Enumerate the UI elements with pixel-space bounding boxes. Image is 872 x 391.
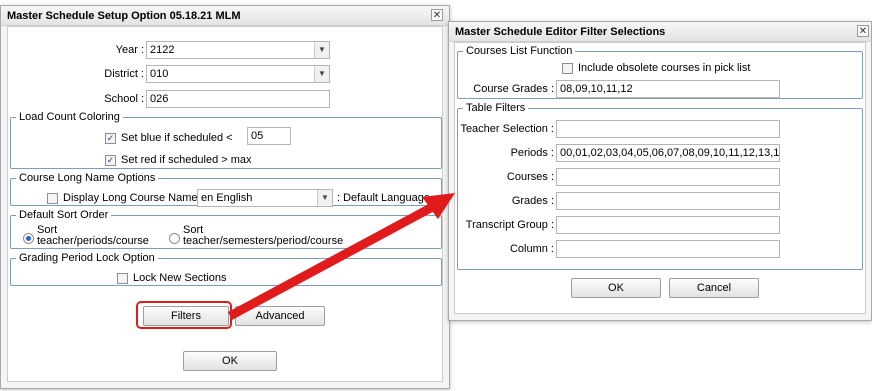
district-value: 010	[150, 68, 169, 80]
courses-input[interactable]	[556, 168, 780, 186]
lock-new-sections-checkbox[interactable]	[117, 273, 128, 284]
default-language-label: : Default Language	[337, 192, 430, 204]
year-label: Year :	[115, 44, 144, 56]
set-red-checkbox[interactable]: ✓	[105, 155, 116, 166]
filter-dialog-title: Master Schedule Editor Filter Selections	[449, 22, 871, 42]
table-filters-legend: Table Filters	[466, 102, 526, 114]
course-grades-label: Course Grades :	[473, 83, 554, 95]
setup-dialog-close-icon[interactable]: ✕	[431, 9, 443, 21]
periods-value: 00,01,02,03,04,05,06,07,08,09,10,11,12,1…	[560, 147, 780, 159]
periods-input[interactable]: 00,01,02,03,04,05,06,07,08,09,10,11,12,1…	[556, 144, 780, 162]
school-value: 026	[150, 93, 169, 105]
advanced-button[interactable]: Advanced	[235, 306, 325, 326]
course-long-name-legend: Course Long Name Options	[19, 172, 156, 184]
set-blue-label: Set blue if scheduled <	[121, 132, 233, 144]
default-sort-order-group: Default Sort Order Sort teacher/periods/…	[10, 209, 442, 249]
display-long-names-checkbox[interactable]	[47, 193, 58, 204]
load-count-legend: Load Count Coloring	[19, 111, 120, 123]
lock-new-sections-label: Lock New Sections	[133, 272, 227, 284]
chevron-down-icon: ▼	[314, 66, 329, 82]
district-select[interactable]: 010 ▼	[146, 65, 330, 83]
blue-threshold-input[interactable]: 05	[247, 127, 291, 145]
grading-period-lock-group: Grading Period Lock Option Lock New Sect…	[10, 252, 442, 286]
set-blue-checkbox[interactable]: ✓	[105, 133, 116, 144]
column-input[interactable]	[556, 240, 780, 258]
blue-threshold-value: 05	[251, 130, 264, 142]
default-sort-order-legend: Default Sort Order	[19, 209, 109, 221]
school-input[interactable]: 026	[146, 90, 330, 108]
filter-cancel-button[interactable]: Cancel	[669, 278, 759, 298]
filter-dialog-body: Courses List Function Include obsolete c…	[454, 42, 866, 314]
course-grades-input[interactable]: 08,09,10,11,12	[556, 80, 780, 98]
grading-lock-legend: Grading Period Lock Option	[19, 252, 155, 264]
table-filters-group: Table Filters Teacher Selection : Period…	[457, 102, 863, 270]
sort-option2-line2: teacher/semesters/period/course	[183, 235, 344, 247]
teacher-selection-input[interactable]	[556, 120, 780, 138]
language-value: en English	[201, 192, 253, 204]
set-red-label: Set red if scheduled > max	[121, 154, 252, 166]
sort-teacher-semesters-radio[interactable]	[169, 233, 180, 244]
course-long-name-group: Course Long Name Options Display Long Co…	[10, 172, 442, 207]
sort-teacher-periods-radio[interactable]	[23, 233, 34, 244]
chevron-down-icon: ▼	[317, 190, 332, 206]
grades-input[interactable]	[556, 192, 780, 210]
setup-option-dialog: Master Schedule Setup Option 05.18.21 ML…	[0, 5, 450, 389]
year-value: 2122	[150, 44, 175, 56]
chevron-down-icon: ▼	[314, 42, 329, 58]
include-obsolete-label: Include obsolete courses in pick list	[578, 62, 751, 74]
language-select[interactable]: en English ▼	[197, 189, 333, 207]
district-label: District :	[104, 68, 144, 80]
setup-ok-button[interactable]: OK	[183, 351, 277, 371]
courses-list-function-group: Courses List Function Include obsolete c…	[457, 45, 863, 99]
include-obsolete-checkbox[interactable]	[562, 63, 573, 74]
periods-label: Periods :	[510, 147, 554, 159]
filter-selections-dialog: Master Schedule Editor Filter Selections…	[448, 21, 872, 321]
column-label: Column :	[509, 243, 554, 255]
setup-dialog-title: Master Schedule Setup Option 05.18.21 ML…	[1, 6, 449, 26]
transcript-group-input[interactable]	[556, 216, 780, 234]
teacher-selection-label: Teacher Selection :	[460, 123, 554, 135]
filters-button-highlight	[136, 301, 232, 329]
transcript-group-label: Transcript Group :	[465, 219, 554, 231]
courses-label: Courses :	[506, 171, 554, 183]
year-select[interactable]: 2122 ▼	[146, 41, 330, 59]
sort-teacher-periods-label: Sort teacher/periods/course	[37, 225, 149, 247]
load-count-coloring-group: Load Count Coloring ✓ Set blue if schedu…	[10, 111, 442, 169]
course-grades-value: 08,09,10,11,12	[560, 83, 633, 95]
school-label: School :	[104, 93, 144, 105]
filter-ok-button[interactable]: OK	[571, 278, 661, 298]
filter-dialog-close-icon[interactable]: ✕	[857, 25, 869, 37]
courses-list-legend: Courses List Function	[466, 45, 573, 57]
grades-label: Grades :	[511, 195, 554, 207]
sort-option1-line2: teacher/periods/course	[37, 235, 149, 247]
display-long-names-label: Display Long Course Names	[63, 192, 204, 204]
sort-teacher-semesters-label: Sort teacher/semesters/period/course	[183, 225, 343, 247]
